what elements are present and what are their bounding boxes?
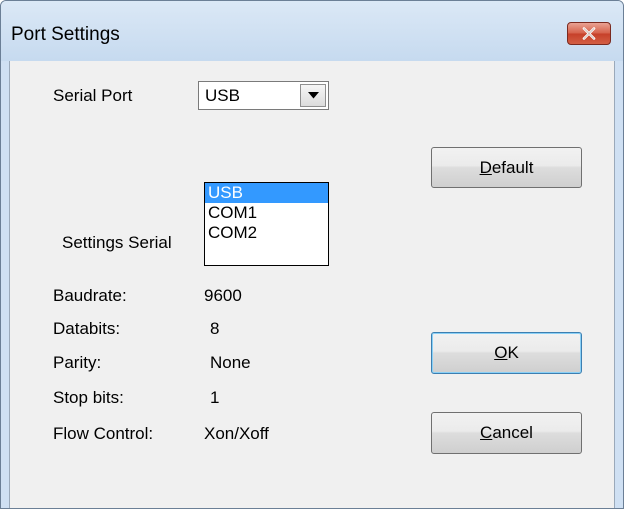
ok-button[interactable]: OK — [431, 332, 582, 374]
dropdown-option-com2[interactable]: COM2 — [205, 223, 328, 243]
flow-control-label: Flow Control: — [53, 424, 154, 443]
title-bar[interactable]: Port Settings — [1, 1, 623, 61]
serial-port-dropdown-list[interactable]: USB COM1 COM2 — [204, 182, 329, 266]
databits-value: 8 — [210, 319, 220, 338]
default-button-label: Default — [479, 157, 534, 177]
settings-serial-heading: Settings Serial — [62, 233, 172, 252]
baudrate-label: Baudrate: — [53, 286, 127, 305]
stop-bits-value: 1 — [210, 388, 220, 407]
parity-value: None — [210, 353, 251, 372]
port-settings-dialog: Port Settings Serial Port USB Settings S… — [0, 0, 624, 509]
close-icon — [582, 27, 596, 40]
serial-port-select[interactable]: USB — [198, 81, 329, 110]
flow-control-value: Xon/Xoff — [204, 424, 269, 443]
window-title: Port Settings — [11, 24, 120, 45]
close-button[interactable] — [567, 22, 611, 45]
databits-label: Databits: — [53, 319, 121, 338]
cancel-button-label: Cancel — [480, 423, 533, 442]
ok-button-label: OK — [494, 343, 519, 362]
parity-label: Parity: — [53, 353, 102, 372]
baudrate-value: 9600 — [204, 286, 242, 305]
serial-port-label: Serial Port — [53, 86, 133, 105]
dropdown-button[interactable] — [300, 84, 326, 107]
cancel-button[interactable]: Cancel — [431, 412, 582, 454]
dropdown-option-usb[interactable]: USB — [205, 183, 328, 203]
dropdown-option-com1[interactable]: COM1 — [205, 203, 328, 223]
serial-port-selected-value: USB — [205, 86, 240, 105]
chevron-down-icon — [307, 92, 319, 99]
default-button[interactable]: Default — [431, 147, 582, 188]
stop-bits-label: Stop bits: — [53, 388, 124, 407]
